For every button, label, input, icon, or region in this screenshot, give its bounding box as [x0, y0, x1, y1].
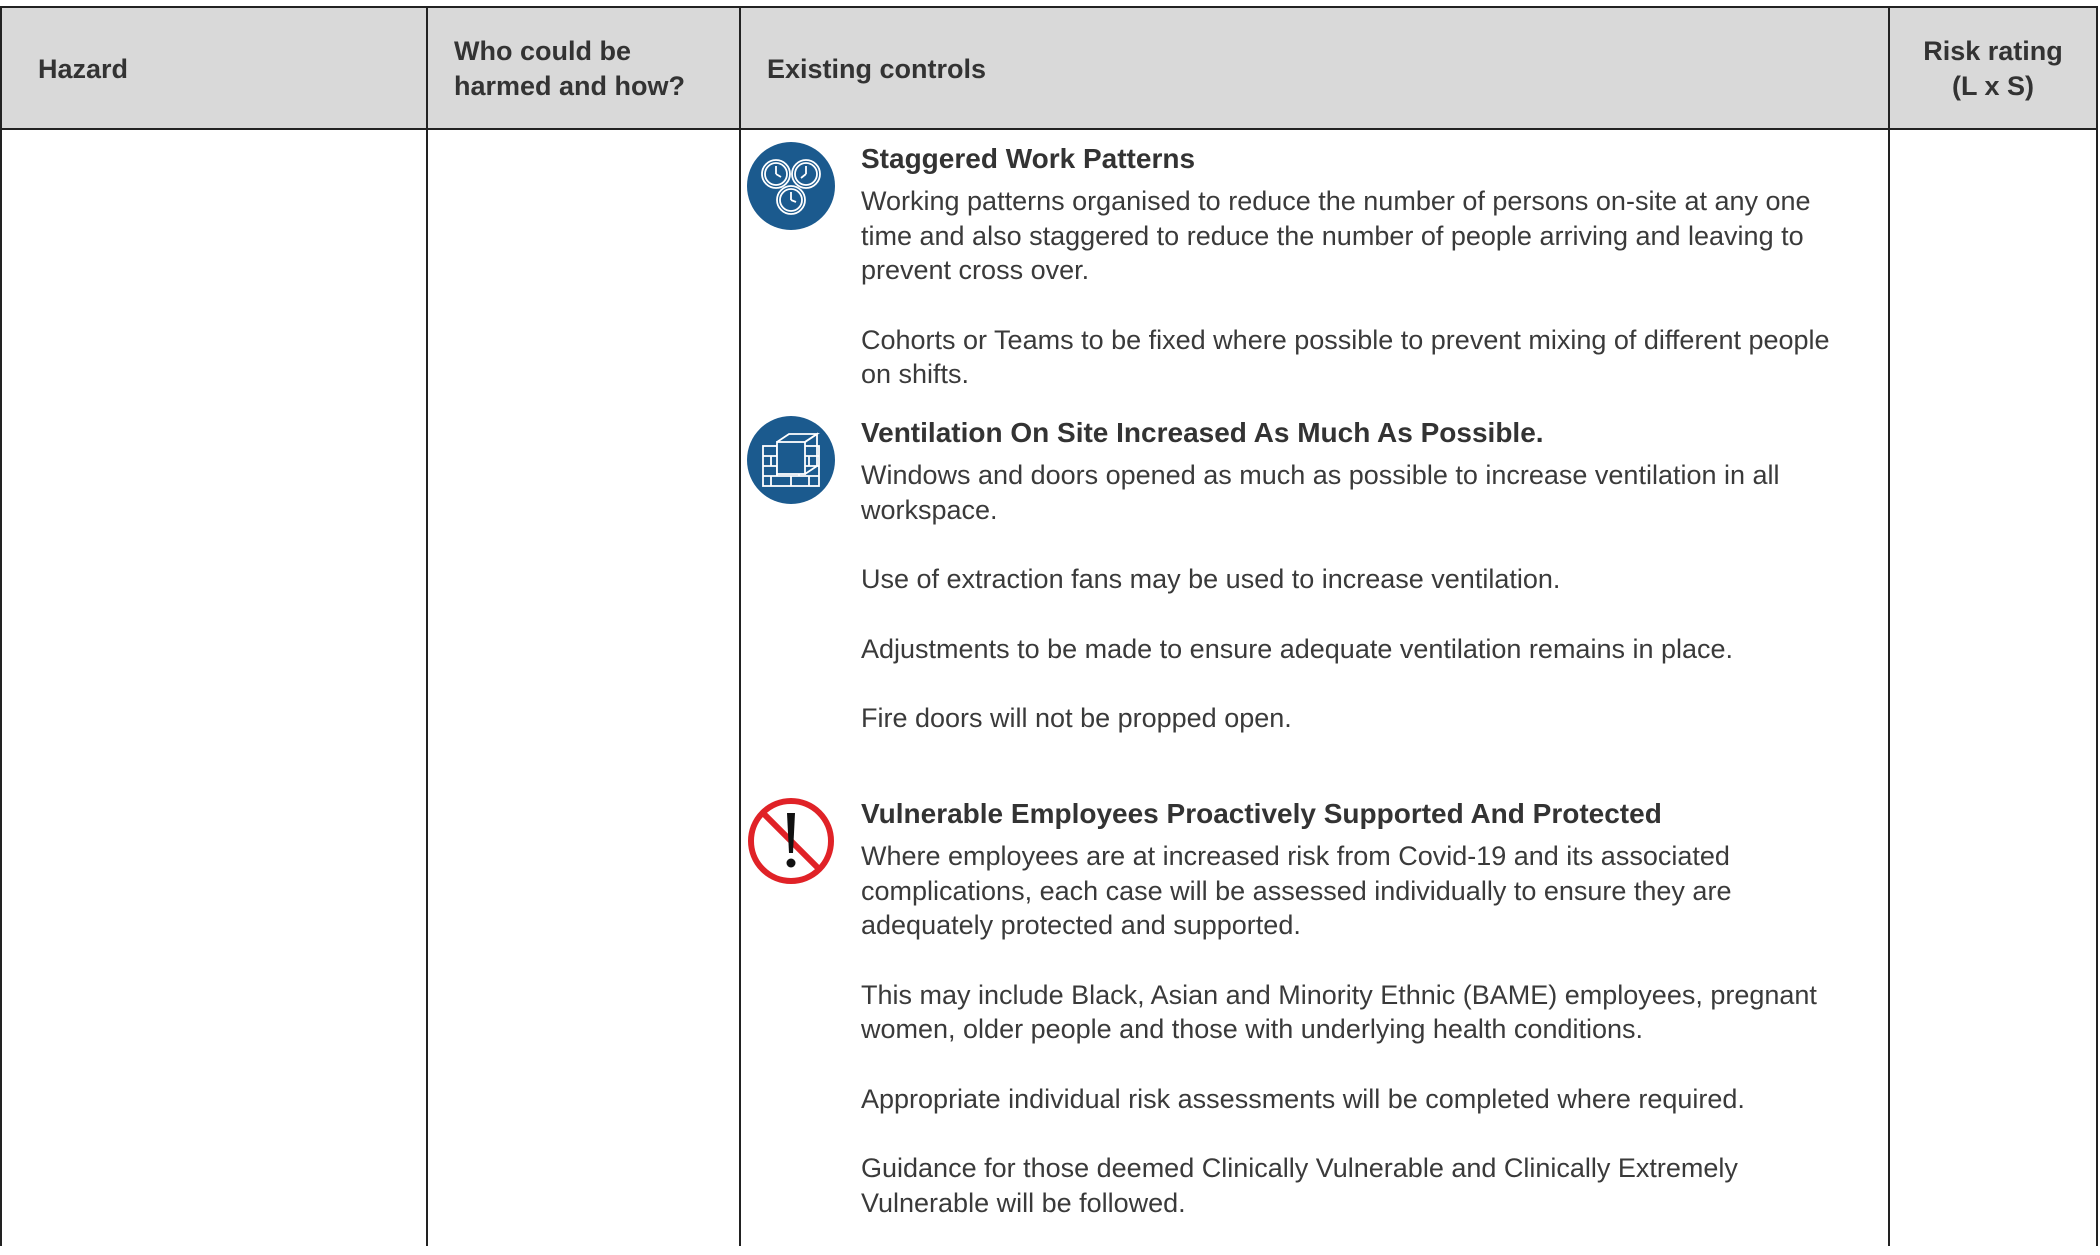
control-title: Ventilation On Site Increased As Much As…	[861, 417, 1544, 448]
header-who-could-be-harmed: Who could be harmed and how?	[454, 36, 686, 101]
column-divider	[739, 8, 741, 1246]
control-paragraph: This may include Black, Asian and Minori…	[861, 979, 1817, 1045]
control-paragraph: Fire doors will not be propped open.	[861, 703, 1292, 733]
header-risk-rating: Risk rating (L x S)	[1923, 36, 2063, 101]
control-paragraph: Where employees are at increased risk fr…	[861, 841, 1732, 940]
control-paragraph: Appropriate individual risk assessments …	[861, 1083, 1745, 1114]
control-title: Vulnerable Employees Proactively Support…	[861, 798, 1662, 829]
control-paragraph: Use of extraction fans may be used to in…	[861, 564, 1561, 594]
control-paragraph: Cohorts or Teams to be fixed where possi…	[861, 324, 1830, 390]
control-paragraph: Adjustments to be made to ensure adequat…	[861, 633, 1734, 664]
window-ventilation-icon	[747, 416, 835, 504]
control-paragraph: Working patterns organised to reduce the…	[861, 186, 1811, 285]
control-title: Staggered Work Patterns	[861, 143, 1196, 174]
header-existing-controls: Existing controls	[767, 53, 987, 84]
header-hazard: Hazard	[38, 53, 129, 84]
clocks-icon	[747, 142, 835, 230]
control-paragraph: Guidance for those deemed Clinically Vul…	[861, 1153, 1738, 1218]
control-paragraph: Windows and doors opened as much as poss…	[861, 460, 1780, 525]
prohibited-exclamation-icon	[748, 798, 834, 884]
column-divider	[426, 8, 428, 1246]
column-divider	[1888, 8, 1890, 1246]
